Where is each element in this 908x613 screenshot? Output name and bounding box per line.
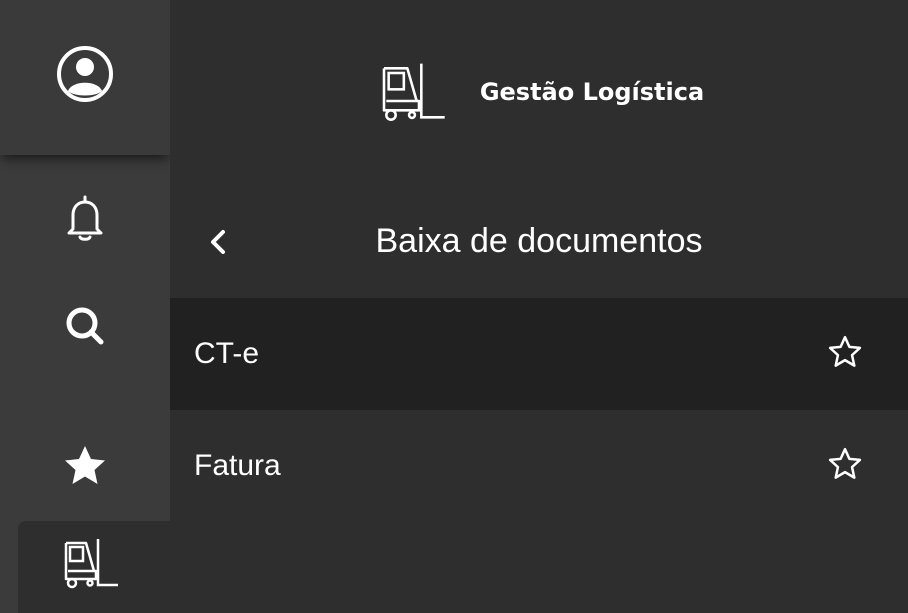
section-header: Baixa de documentos xyxy=(170,192,908,296)
app-header: Gestão Logística xyxy=(170,0,908,192)
profile-area xyxy=(0,0,170,155)
profile-button[interactable] xyxy=(0,46,170,106)
favorite-toggle-cte[interactable] xyxy=(826,335,864,373)
app-title: Gestão Logística xyxy=(479,78,705,106)
forklift-logo-icon xyxy=(374,59,450,133)
star-outline-icon xyxy=(827,334,863,374)
menu-item-label: CT-e xyxy=(194,337,260,370)
favorites-button[interactable] xyxy=(0,438,170,498)
favorite-toggle-fatura[interactable] xyxy=(826,447,864,485)
star-filled-icon xyxy=(62,443,108,493)
notifications-button[interactable] xyxy=(0,190,170,250)
search-icon xyxy=(63,304,107,352)
menu-item-label: Fatura xyxy=(194,449,281,482)
menu-item-cte[interactable]: CT-e xyxy=(170,298,908,410)
menu-item-fatura[interactable]: Fatura xyxy=(170,410,908,522)
bell-icon xyxy=(65,193,105,247)
icon-rail xyxy=(0,0,170,613)
main-panel: Gestão Logística Baixa de documentos CT-… xyxy=(170,0,908,613)
search-button[interactable] xyxy=(0,298,170,358)
logistics-module-button[interactable] xyxy=(18,521,170,613)
forklift-icon xyxy=(60,535,120,599)
section-title: Baixa de documentos xyxy=(375,222,703,260)
user-circle-icon xyxy=(56,45,114,107)
app-window: Gestão Logística Baixa de documentos CT-… xyxy=(0,0,908,613)
star-outline-icon xyxy=(827,446,863,486)
